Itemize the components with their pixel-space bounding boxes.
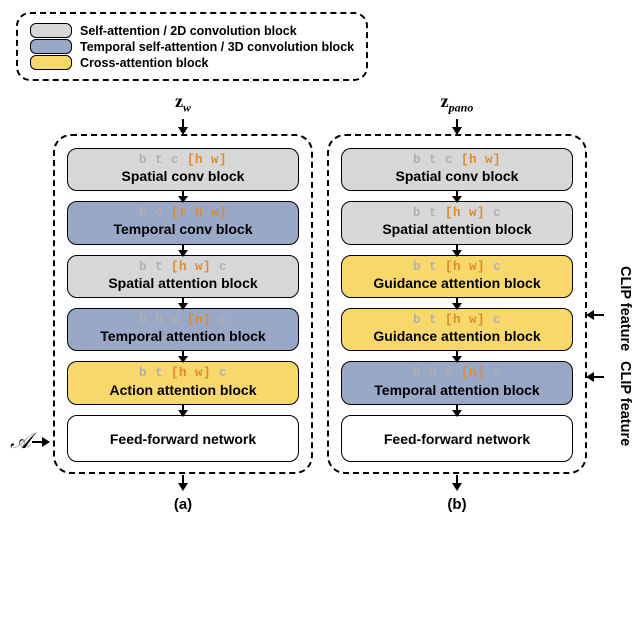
arrow-down-icon (456, 119, 458, 133)
block-title: Spatial conv block (72, 168, 294, 184)
clip-feature-label-1: CLIP feature (616, 266, 632, 351)
arrow-down-icon (456, 298, 458, 308)
swatch-yellow (30, 55, 72, 70)
dims-label: b c [t h w] (72, 206, 294, 220)
legend-label: Cross-attention block (80, 56, 209, 70)
legend-label: Temporal self-attention / 3D convolution… (80, 40, 354, 54)
block-title: Spatial conv block (346, 168, 568, 184)
action-attention-block: b t [h w] c Action attention block (67, 361, 299, 404)
spatial-attention-block: b t [h w] c Spatial attention block (67, 255, 299, 298)
guidance-attention-block-2: b t [h w] c Guidance attention block (341, 308, 573, 351)
dims-label: b t [h w] c (72, 366, 294, 380)
legend-item: Temporal self-attention / 3D convolution… (30, 39, 354, 54)
block-title: Feed-forward network (72, 431, 294, 447)
legend-item: Self-attention / 2D convolution block (30, 23, 354, 38)
spatial-conv-block: b t c [h w] Spatial conv block (67, 148, 299, 191)
arrow-down-icon (182, 405, 184, 415)
arrow-right-icon (32, 441, 48, 443)
swatch-grey (30, 23, 72, 38)
arrow-down-icon (456, 351, 458, 361)
block-title: Feed-forward network (346, 431, 568, 447)
dims-label: b t c [h w] (346, 153, 568, 167)
input-symbol: z (441, 91, 449, 111)
input-label-b: zpano (441, 91, 474, 116)
block-title: Action attention block (72, 382, 294, 398)
arrow-down-icon (456, 405, 458, 415)
block-title: Guidance attention block (346, 328, 568, 344)
stack-b: b t c [h w] Spatial conv block b t [h w]… (327, 134, 587, 474)
temporal-attention-block: b h w [n] c Temporal attention block (341, 361, 573, 404)
block-title: Guidance attention block (346, 275, 568, 291)
temporal-attention-block: b h w [n] c Temporal attention block (67, 308, 299, 351)
clip-feature-label-2: CLIP feature (616, 361, 632, 446)
input-subscript: pano (449, 101, 474, 115)
input-symbol: z (175, 91, 183, 111)
arrow-down-icon (456, 475, 458, 489)
dims-label: b t [h w] c (72, 260, 294, 274)
legend-item: Cross-attention block (30, 55, 354, 70)
guidance-attention-block-1: b t [h w] c Guidance attention block (341, 255, 573, 298)
arrow-down-icon (182, 245, 184, 255)
arrow-down-icon (456, 245, 458, 255)
column-b: zpano b t c [h w] Spatial conv block b t… (327, 91, 587, 513)
legend-label: Self-attention / 2D convolution block (80, 24, 297, 38)
spatial-attention-block: b t [h w] c Spatial attention block (341, 201, 573, 244)
diagram-body: zw b t c [h w] Spatial conv block b c [t… (12, 91, 628, 513)
arrow-down-icon (182, 298, 184, 308)
block-title: Temporal attention block (346, 382, 568, 398)
stack-a: b t c [h w] Spatial conv block b c [t h … (53, 134, 313, 474)
block-title: Spatial attention block (346, 221, 568, 237)
action-input-symbol: 𝒜 (10, 428, 31, 454)
arrow-down-icon (182, 475, 184, 489)
column-label-b: (b) (447, 496, 466, 513)
arrow-left-icon (588, 314, 604, 316)
input-subscript: w (183, 101, 191, 115)
arrow-left-icon (588, 376, 604, 378)
block-title: Temporal attention block (72, 328, 294, 344)
input-label-a: zw (175, 91, 191, 116)
dims-label: b t [h w] c (346, 313, 568, 327)
block-title: Spatial attention block (72, 275, 294, 291)
column-a: zw b t c [h w] Spatial conv block b c [t… (53, 91, 313, 513)
dims-label: b t [h w] c (346, 206, 568, 220)
dims-label: b t [h w] c (346, 260, 568, 274)
block-title: Temporal conv block (72, 221, 294, 237)
dims-label: b h w [n] c (346, 366, 568, 380)
arrow-down-icon (182, 191, 184, 201)
arrow-down-icon (182, 351, 184, 361)
feed-forward-block: Feed-forward network (341, 415, 573, 462)
spatial-conv-block: b t c [h w] Spatial conv block (341, 148, 573, 191)
arrow-down-icon (182, 119, 184, 133)
legend-box: Self-attention / 2D convolution block Te… (16, 12, 368, 81)
arrow-down-icon (456, 191, 458, 201)
dims-label: b h w [n] c (72, 313, 294, 327)
feed-forward-block: Feed-forward network (67, 415, 299, 462)
dims-label: b t c [h w] (72, 153, 294, 167)
column-label-a: (a) (174, 496, 192, 513)
swatch-blue (30, 39, 72, 54)
temporal-conv-block: b c [t h w] Temporal conv block (67, 201, 299, 244)
